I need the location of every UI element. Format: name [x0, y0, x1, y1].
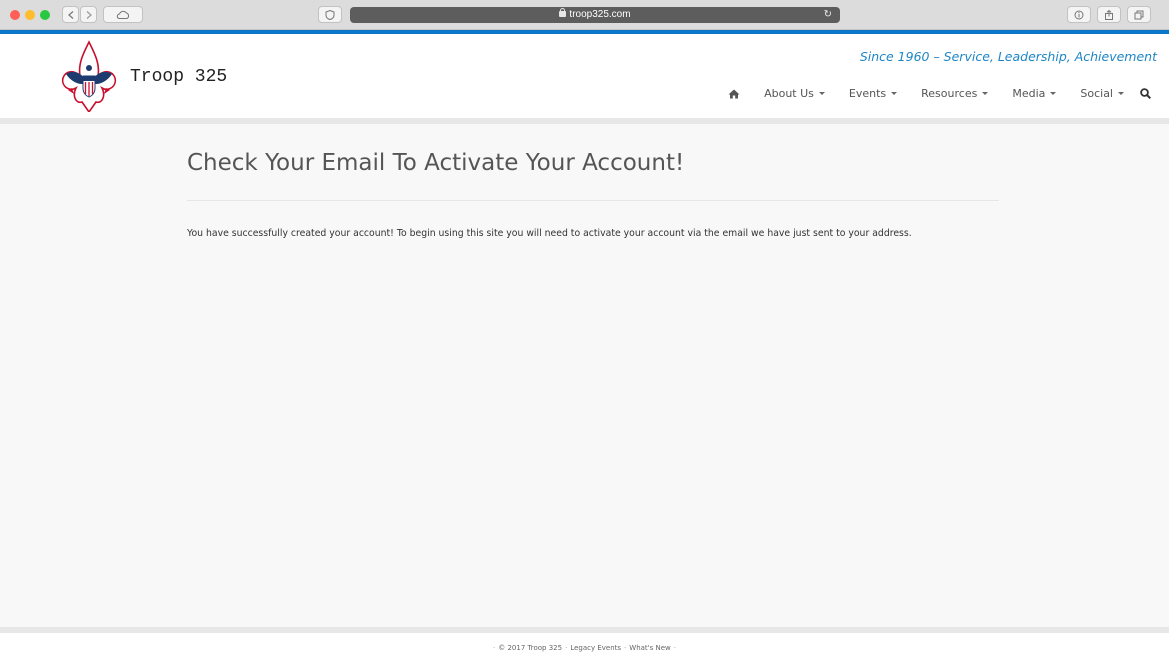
- address-bar[interactable]: troop325.com ↻: [350, 7, 840, 23]
- site-header: Troop 325 Since 1960 – Service, Leadersh…: [0, 34, 1169, 118]
- nav-home[interactable]: [728, 89, 740, 99]
- footer-separator: ·: [493, 644, 496, 652]
- close-window-button[interactable]: [10, 10, 20, 20]
- caret-down-icon: [891, 92, 898, 95]
- shield-icon: [325, 9, 335, 20]
- chevron-right-icon: [86, 10, 92, 19]
- page-title: Check Your Email To Activate Your Accoun…: [187, 150, 685, 176]
- site-tagline: Since 1960 – Service, Leadership, Achiev…: [859, 49, 1157, 64]
- info-icon: [1074, 10, 1084, 19]
- nav-about-us-label: About Us: [764, 87, 814, 100]
- nav-resources[interactable]: Resources: [921, 87, 989, 100]
- tabs-overview-button[interactable]: [1127, 6, 1151, 23]
- back-button[interactable]: [62, 6, 79, 23]
- main-navigation: About Us Events Resources Media Social: [728, 87, 1151, 100]
- privacy-report-button[interactable]: [318, 6, 342, 23]
- nav-media[interactable]: Media: [1012, 87, 1057, 100]
- nav-events-label: Events: [848, 87, 887, 100]
- nav-social-label: Social: [1080, 87, 1113, 100]
- nav-events[interactable]: Events: [848, 87, 898, 100]
- nav-about-us[interactable]: About Us: [764, 87, 825, 100]
- tabs-icon: [1134, 10, 1144, 19]
- nav-social[interactable]: Social: [1080, 87, 1124, 100]
- nav-media-label: Media: [1012, 87, 1046, 100]
- caret-down-icon: [982, 92, 989, 95]
- footer-link-legacy-events[interactable]: Legacy Events: [570, 644, 621, 652]
- share-button[interactable]: [1097, 6, 1121, 23]
- footer-link-whats-new[interactable]: What's New: [629, 644, 670, 652]
- footer-separator: ·: [624, 644, 627, 652]
- nav-resources-label: Resources: [921, 87, 978, 100]
- footer-separator: ·: [673, 644, 676, 652]
- title-divider: [187, 200, 999, 201]
- nav-search-button[interactable]: [1140, 88, 1151, 99]
- chevron-left-icon: [67, 10, 73, 19]
- browser-toolbar: troop325.com ↻: [0, 0, 1169, 30]
- share-icon: [1105, 9, 1113, 20]
- reload-icon[interactable]: ↻: [824, 7, 832, 23]
- caret-down-icon: [1050, 92, 1057, 95]
- troop-logo[interactable]: [60, 40, 118, 114]
- minimize-window-button[interactable]: [25, 10, 35, 20]
- icloud-tabs-button[interactable]: [103, 6, 143, 23]
- search-icon: [1140, 88, 1151, 99]
- forward-button[interactable]: [80, 6, 97, 23]
- activation-message: You have successfully created your accou…: [187, 228, 912, 239]
- site-brand-name[interactable]: Troop 325: [130, 67, 227, 87]
- footer-copyright: © 2017 Troop 325: [498, 644, 563, 652]
- cloud-icon: [116, 10, 130, 19]
- info-button[interactable]: [1067, 6, 1091, 23]
- caret-down-icon: [818, 92, 825, 95]
- lock-icon: [559, 8, 567, 17]
- home-icon: [728, 89, 740, 98]
- caret-down-icon: [1118, 92, 1124, 95]
- zoom-window-button[interactable]: [40, 10, 50, 20]
- footer-separator: ·: [565, 644, 568, 652]
- main-content: Check Your Email To Activate Your Accoun…: [0, 124, 1169, 627]
- fleur-de-lis-logo-icon: [61, 40, 117, 114]
- site-footer: · © 2017 Troop 325 · Legacy Events · What's N…: [0, 633, 1169, 666]
- url-text: troop325.com: [569, 9, 631, 20]
